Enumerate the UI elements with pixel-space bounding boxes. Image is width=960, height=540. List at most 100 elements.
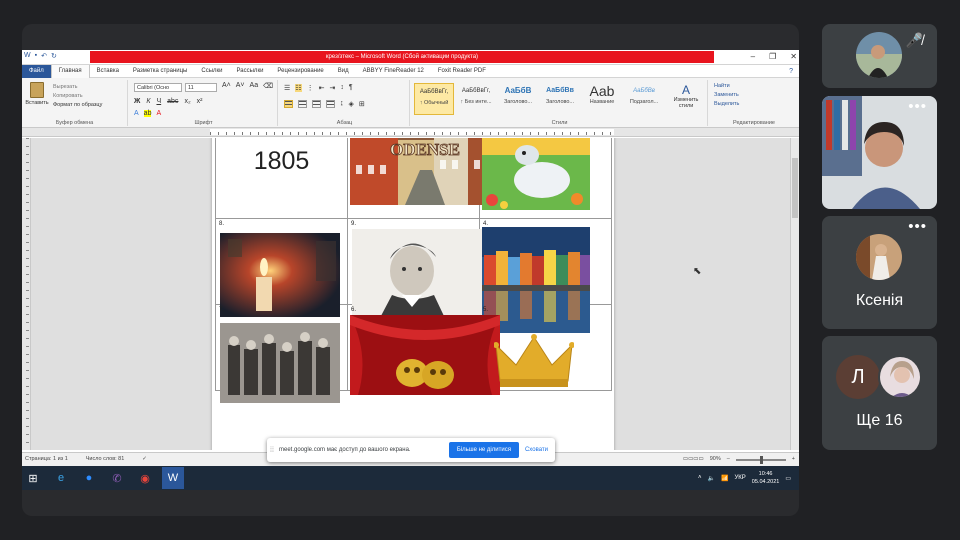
change-case-icon[interactable]: Aa [250, 82, 259, 90]
grow-font-icon[interactable]: A˄ [222, 82, 231, 90]
participant-tile-self[interactable]: 🎤̸ [822, 24, 937, 88]
find-button[interactable]: Найти [714, 83, 739, 89]
paste-button[interactable]: Вставить [25, 82, 49, 114]
tray-arrow-icon[interactable]: ˄ [698, 475, 702, 481]
line-spacing-icon[interactable]: ↨ [340, 100, 344, 108]
decrease-indent-icon[interactable]: ⇤ [319, 84, 325, 92]
clock[interactable]: 10:46 05.04.2021 [752, 470, 780, 486]
font-name-select[interactable]: Calibri (Осно [134, 83, 182, 92]
table-cell[interactable]: 5. [479, 304, 612, 391]
table-cell[interactable]: 6. [347, 304, 500, 395]
copy-button[interactable]: Копировать [53, 93, 102, 99]
close-icon[interactable]: ✕ [790, 50, 797, 64]
tab-insert[interactable]: Вставка [90, 65, 126, 78]
table-cell[interactable]: 8. [215, 218, 348, 317]
save-icon[interactable]: ▪ [35, 52, 37, 60]
network-icon[interactable]: 📶 [721, 475, 728, 482]
replace-button[interactable]: Заменить [714, 92, 739, 98]
participant-tile-others[interactable]: Л Ще 16 [822, 336, 937, 450]
table-cell[interactable] [479, 138, 612, 219]
tab-view[interactable]: Вид [331, 65, 356, 78]
style-normal[interactable]: АаБбВвГг, ↑ Обычный [414, 83, 454, 115]
tab-references[interactable]: Ссылки [194, 65, 229, 78]
bullets-icon[interactable]: ☰ [284, 84, 290, 92]
page-count[interactable]: Страница: 1 из 1 [25, 453, 68, 466]
shrink-font-icon[interactable]: A˅ [236, 82, 245, 90]
word-count[interactable]: Число слов: 81 [86, 453, 125, 466]
view-buttons-icon[interactable]: ▭▭▭▭ [683, 453, 704, 466]
multilevel-icon[interactable]: ⋮ [307, 84, 314, 92]
chrome-icon[interactable]: ◉ [134, 467, 156, 489]
bold-icon[interactable]: Ж [134, 98, 140, 105]
subscript-icon[interactable]: x₂ [184, 98, 190, 105]
align-left-icon[interactable] [284, 100, 293, 108]
style-heading-1[interactable]: АаБбВ Заголово... [498, 83, 538, 115]
tab-abbyy[interactable]: ABBYY FineReader 12 [356, 65, 431, 78]
style-title[interactable]: Aab Название [582, 83, 622, 115]
mic-off-icon[interactable]: 🎤̸ [906, 32, 923, 49]
clear-format-icon[interactable]: ⌫ [263, 82, 273, 90]
change-styles-button[interactable]: A Изменить стили [668, 83, 704, 109]
minimize-icon[interactable]: – [751, 50, 755, 64]
increase-indent-icon[interactable]: ⇥ [329, 84, 335, 92]
style-heading-2[interactable]: АаБбВв Заголово... [540, 83, 580, 115]
participant-tile-ksenia[interactable]: ••• Ксенія [822, 216, 937, 329]
table-cell[interactable]: 1805 [215, 138, 348, 219]
language-indicator[interactable]: УКР [734, 475, 745, 481]
help-icon[interactable]: ? [783, 68, 799, 75]
table-cell[interactable]: 4. [479, 218, 612, 333]
zoom-out-icon[interactable]: – [727, 453, 730, 466]
windows-start-icon[interactable]: ⊞ [22, 467, 44, 489]
sort-icon[interactable]: ↕ [340, 84, 344, 92]
edge-icon[interactable]: e [50, 467, 72, 489]
shading-icon[interactable]: ◈ [349, 100, 354, 108]
table-cell[interactable]: ODENSE [347, 138, 500, 219]
numbering-icon[interactable]: ☷ [295, 84, 302, 92]
more-options-icon[interactable]: ••• [908, 99, 927, 114]
hide-button[interactable]: Сховати [525, 447, 548, 453]
table-cell[interactable]: 7. [215, 304, 348, 403]
redo-icon[interactable]: ↻ [51, 52, 57, 60]
justify-icon[interactable] [326, 100, 335, 108]
volume-icon[interactable]: 🔈 [708, 475, 715, 482]
underline-icon[interactable]: Ч [156, 98, 161, 105]
tab-page-layout[interactable]: Разметка страницы [126, 65, 194, 78]
tab-mailings[interactable]: Рассылки [229, 65, 270, 78]
restore-icon[interactable]: ❐ [769, 50, 776, 64]
tab-home[interactable]: Главная [50, 64, 90, 78]
zoom-in-icon[interactable]: + [792, 453, 795, 466]
notifications-icon[interactable]: ▭ [785, 475, 791, 482]
align-right-icon[interactable] [312, 100, 321, 108]
superscript-icon[interactable]: x² [197, 98, 203, 105]
style-no-spacing[interactable]: АаБбВвГг, ↑ Без инте... [456, 83, 496, 115]
format-painter-button[interactable]: Формат по образцу [53, 102, 102, 108]
vertical-scrollbar[interactable] [790, 138, 799, 450]
borders-icon[interactable]: ⊞ [359, 100, 365, 108]
drag-handle-icon[interactable]: ⁞⁞ [267, 447, 277, 454]
zoom-app-icon[interactable]: ● [78, 467, 100, 489]
viber-icon[interactable]: ✆ [106, 467, 128, 489]
text-effects-icon[interactable]: A [134, 110, 139, 117]
font-color-icon[interactable]: A [156, 110, 161, 117]
word-taskbar-icon[interactable]: W [162, 467, 184, 489]
font-size-select[interactable]: 11 [185, 83, 217, 92]
strikethrough-icon[interactable]: abc [167, 98, 178, 105]
cut-button[interactable]: Вырезать [53, 84, 102, 90]
highlight-icon[interactable]: ab [143, 110, 152, 117]
tab-foxit[interactable]: Foxit Reader PDF [431, 65, 493, 78]
zoom-slider[interactable] [735, 455, 786, 464]
align-center-icon[interactable] [298, 100, 307, 108]
stop-sharing-button[interactable]: Більше не ділитися [448, 442, 519, 458]
more-options-icon[interactable]: ••• [908, 219, 927, 234]
tab-file[interactable]: Файл [22, 64, 51, 78]
italic-icon[interactable]: К [146, 98, 150, 105]
table-cell[interactable]: 9. [347, 218, 498, 333]
style-subtitle[interactable]: АаБбВв Подзагол... [624, 83, 664, 115]
undo-icon[interactable]: ↶ [41, 52, 47, 60]
tab-review[interactable]: Рецензирование [270, 65, 330, 78]
zoom-level[interactable]: 90% [710, 453, 721, 466]
proofing-icon[interactable]: ✓ [142, 453, 147, 466]
participant-tile-video[interactable]: ••• [822, 96, 937, 209]
select-button[interactable]: Выделить [714, 101, 739, 107]
pilcrow-icon[interactable]: ¶ [349, 84, 353, 92]
